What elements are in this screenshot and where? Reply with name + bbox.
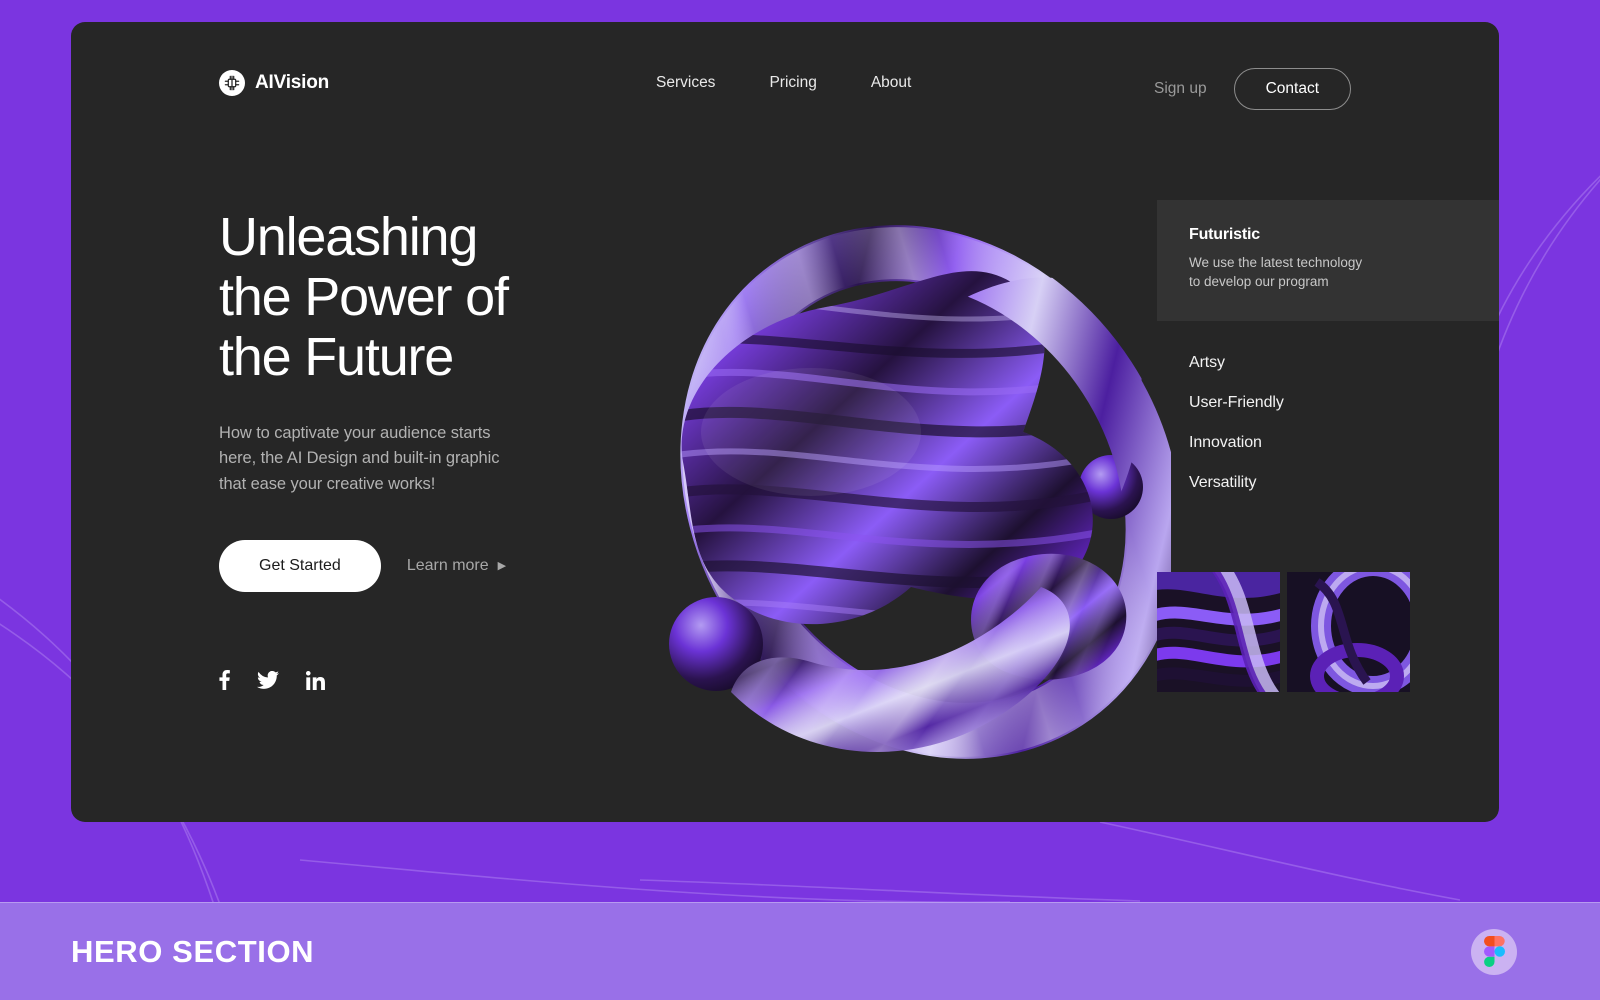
- figma-logo-icon[interactable]: [1471, 928, 1517, 975]
- header-actions: Sign up Contact: [1154, 68, 1351, 110]
- cta-row: Get Started Learn more ▶: [219, 540, 579, 593]
- abstract-3d-thumbnail-1[interactable]: [1157, 572, 1280, 692]
- nav-item-pricing[interactable]: Pricing: [769, 74, 816, 92]
- hero-subtitle: How to captivate your audience starts he…: [219, 423, 500, 493]
- caption-bar: HERO SECTION: [0, 902, 1600, 1000]
- thumbnail-gallery: [1157, 572, 1499, 692]
- learn-more-button[interactable]: Learn more ▶: [407, 557, 506, 575]
- feature-item-versatility[interactable]: Versatility: [1189, 463, 1467, 503]
- learn-more-label: Learn more: [406, 557, 489, 575]
- chevron-right-icon: ▶: [497, 559, 507, 572]
- brand-logo[interactable]: AIVision: [219, 70, 329, 96]
- nav-item-about[interactable]: About: [871, 74, 912, 92]
- feature-item-user-friendly[interactable]: User-Friendly: [1189, 383, 1467, 423]
- brain-chip-icon: [219, 70, 245, 96]
- feature-item-innovation[interactable]: Innovation: [1189, 423, 1467, 463]
- feature-rail: Futuristic We use the latest technology …: [1157, 200, 1499, 503]
- get-started-button[interactable]: Get Started: [219, 540, 381, 593]
- page-title: Unleashing the Power of the Future: [219, 207, 509, 388]
- nav-item-services[interactable]: Services: [656, 74, 715, 92]
- sign-up-link[interactable]: Sign up: [1154, 80, 1207, 98]
- feature-list: Artsy User-Friendly Innovation Versatili…: [1157, 343, 1499, 503]
- hero-copy: Unleashing the Power of the Future How t…: [219, 207, 579, 691]
- social-links: [219, 670, 579, 691]
- contact-button[interactable]: Contact: [1233, 68, 1351, 110]
- abstract-3d-purple-render: [611, 132, 1171, 812]
- feature-card-active[interactable]: Futuristic We use the latest technology …: [1157, 200, 1499, 322]
- hero-card: AIVision Services Pricing About Sign up …: [71, 22, 1499, 822]
- abstract-3d-thumbnail-2[interactable]: [1287, 572, 1410, 692]
- brand-name: AIVision: [255, 72, 330, 93]
- linkedin-icon[interactable]: [306, 670, 325, 690]
- twitter-icon[interactable]: [257, 671, 279, 690]
- feature-card-title: Futuristic: [1189, 226, 1260, 243]
- feature-card-description: We use the latest technology to develop …: [1189, 255, 1363, 290]
- facebook-icon[interactable]: [219, 670, 230, 691]
- feature-item-artsy[interactable]: Artsy: [1189, 343, 1467, 383]
- main-navigation: Services Pricing About: [656, 74, 911, 92]
- caption-title: HERO SECTION: [71, 933, 315, 969]
